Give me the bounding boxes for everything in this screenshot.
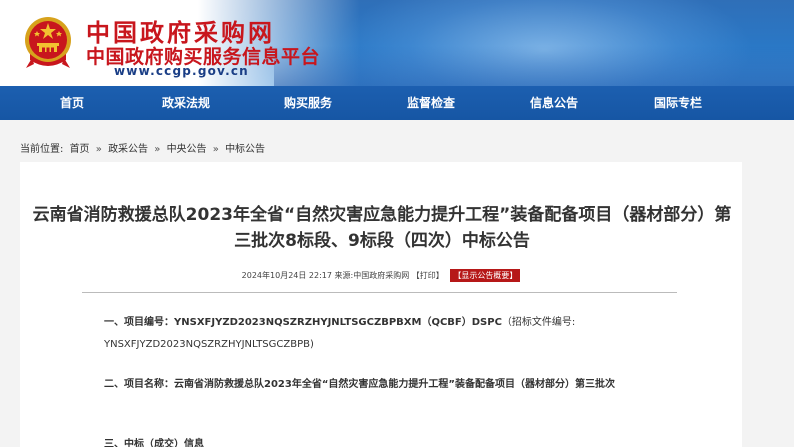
article-card: 云南省消防救援总队2023年全省“自然灾害应急能力提升工程”装备配备项目（器材部… (20, 162, 742, 447)
breadcrumb-separator: » (154, 144, 161, 155)
title-divider (82, 292, 677, 293)
breadcrumb-separator: » (212, 144, 219, 155)
breadcrumb: 当前位置: 首页 » 政采公告 » 中央公告 » 中标公告 (20, 140, 268, 155)
nav-item-purchase-services[interactable]: 购买服务 (272, 86, 344, 120)
section-award-info: 三、中标（成交）信息 (104, 434, 694, 447)
nav-item-announcements[interactable]: 信息公告 (518, 86, 590, 120)
breadcrumb-item-award[interactable]: 中标公告 (225, 144, 265, 155)
breadcrumb-prefix: 当前位置: (20, 144, 64, 155)
nav-item-regulations[interactable]: 政采法规 (150, 86, 222, 120)
nav-item-supervision[interactable]: 监督检查 (395, 86, 467, 120)
breadcrumb-separator: » (95, 144, 102, 155)
national-emblem-icon[interactable] (22, 14, 74, 70)
nav-item-international[interactable]: 国际专栏 (642, 86, 714, 120)
breadcrumb-item-home[interactable]: 首页 (70, 144, 90, 155)
article-source: 中国政府采购网 (353, 271, 410, 280)
section-label: 一、项目编号： (104, 317, 174, 328)
breadcrumb-item-central[interactable]: 中央公告 (167, 144, 207, 155)
site-header: 中国政府采购网 中国政府购买服务信息平台 www.ccgp.gov.cn (0, 0, 794, 86)
article-meta: 2024年10月24日 22:17 来源:中国政府采购网 【打印】 【显示公告概… (20, 269, 742, 282)
section-project-name: 二、项目名称：云南省消防救援总队2023年全省“自然灾害应急能力提升工程”装备配… (104, 374, 694, 396)
section-label: 三、中标（成交）信息 (104, 439, 204, 447)
site-url[interactable]: www.ccgp.gov.cn (114, 64, 249, 78)
print-link[interactable]: 【打印】 (412, 271, 444, 280)
nav-item-home[interactable]: 首页 (40, 86, 104, 120)
article-title: 云南省消防救援总队2023年全省“自然灾害应急能力提升工程”装备配备项目（器材部… (32, 205, 732, 251)
main-nav: 首页 政采法规 购买服务 监督检查 信息公告 国际专栏 (0, 86, 794, 120)
article-date: 2024年10月24日 22:17 (241, 271, 332, 280)
project-number-value: YNSXFJYZD2023NQSZRZHYJNLTSGCZBPBXM（QCBF）… (174, 317, 502, 328)
project-name-value: 云南省消防救援总队2023年全省“自然灾害应急能力提升工程”装备配备项目（器材部… (174, 379, 615, 390)
article-source-label: 来源: (334, 271, 354, 280)
section-project-number: 一、项目编号：YNSXFJYZD2023NQSZRZHYJNLTSGCZBPBX… (104, 312, 694, 356)
header-ridge (274, 46, 794, 86)
show-summary-button[interactable]: 【显示公告概要】 (450, 269, 521, 282)
breadcrumb-item-procurement[interactable]: 政采公告 (108, 144, 148, 155)
section-label: 二、项目名称： (104, 379, 174, 390)
